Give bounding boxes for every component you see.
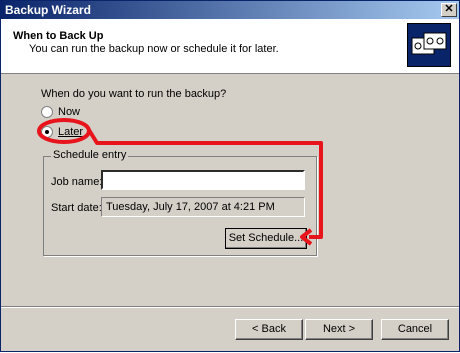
page-title: When to Back Up	[13, 30, 104, 42]
window-title: Backup Wizard	[5, 3, 91, 17]
start-date-label: Start date:	[51, 202, 102, 214]
run-backup-question: When do you want to run the backup?	[41, 88, 227, 100]
footer-divider	[1, 306, 459, 307]
radio-now-label: Now	[58, 106, 81, 118]
radio-later-button[interactable]	[41, 126, 53, 138]
title-bar: Backup Wizard ✕	[1, 1, 459, 19]
page-subtitle: You can run the backup now or schedule i…	[29, 43, 279, 55]
job-name-label: Job name:	[51, 176, 103, 188]
cancel-button[interactable]: Cancel	[381, 319, 449, 340]
set-schedule-button[interactable]: Set Schedule...	[225, 228, 307, 249]
radio-now[interactable]: Now	[41, 105, 80, 119]
backup-wizard-window: Backup Wizard ✕ When to Back Up You can …	[0, 0, 460, 352]
next-button[interactable]: Next >	[305, 319, 373, 340]
job-name-input[interactable]	[101, 170, 305, 190]
radio-now-button[interactable]	[41, 106, 53, 118]
close-icon: ✕	[444, 3, 454, 15]
set-schedule-label: Set Schedule...	[228, 232, 304, 244]
radio-later-label: Later	[58, 126, 84, 138]
schedule-entry-legend: Schedule entry	[51, 149, 129, 161]
close-button[interactable]: ✕	[441, 3, 457, 17]
back-button[interactable]: < Back	[235, 319, 303, 340]
back-label: < Back	[252, 323, 286, 335]
next-label: Next >	[322, 323, 356, 335]
cancel-label: Cancel	[397, 323, 433, 335]
start-date-value: Tuesday, July 17, 2007 at 4:21 PM	[101, 197, 305, 217]
backup-tapes-icon	[407, 23, 451, 67]
radio-later[interactable]: Later	[41, 125, 83, 139]
wizard-header: When to Back Up You can run the backup n…	[1, 19, 459, 74]
